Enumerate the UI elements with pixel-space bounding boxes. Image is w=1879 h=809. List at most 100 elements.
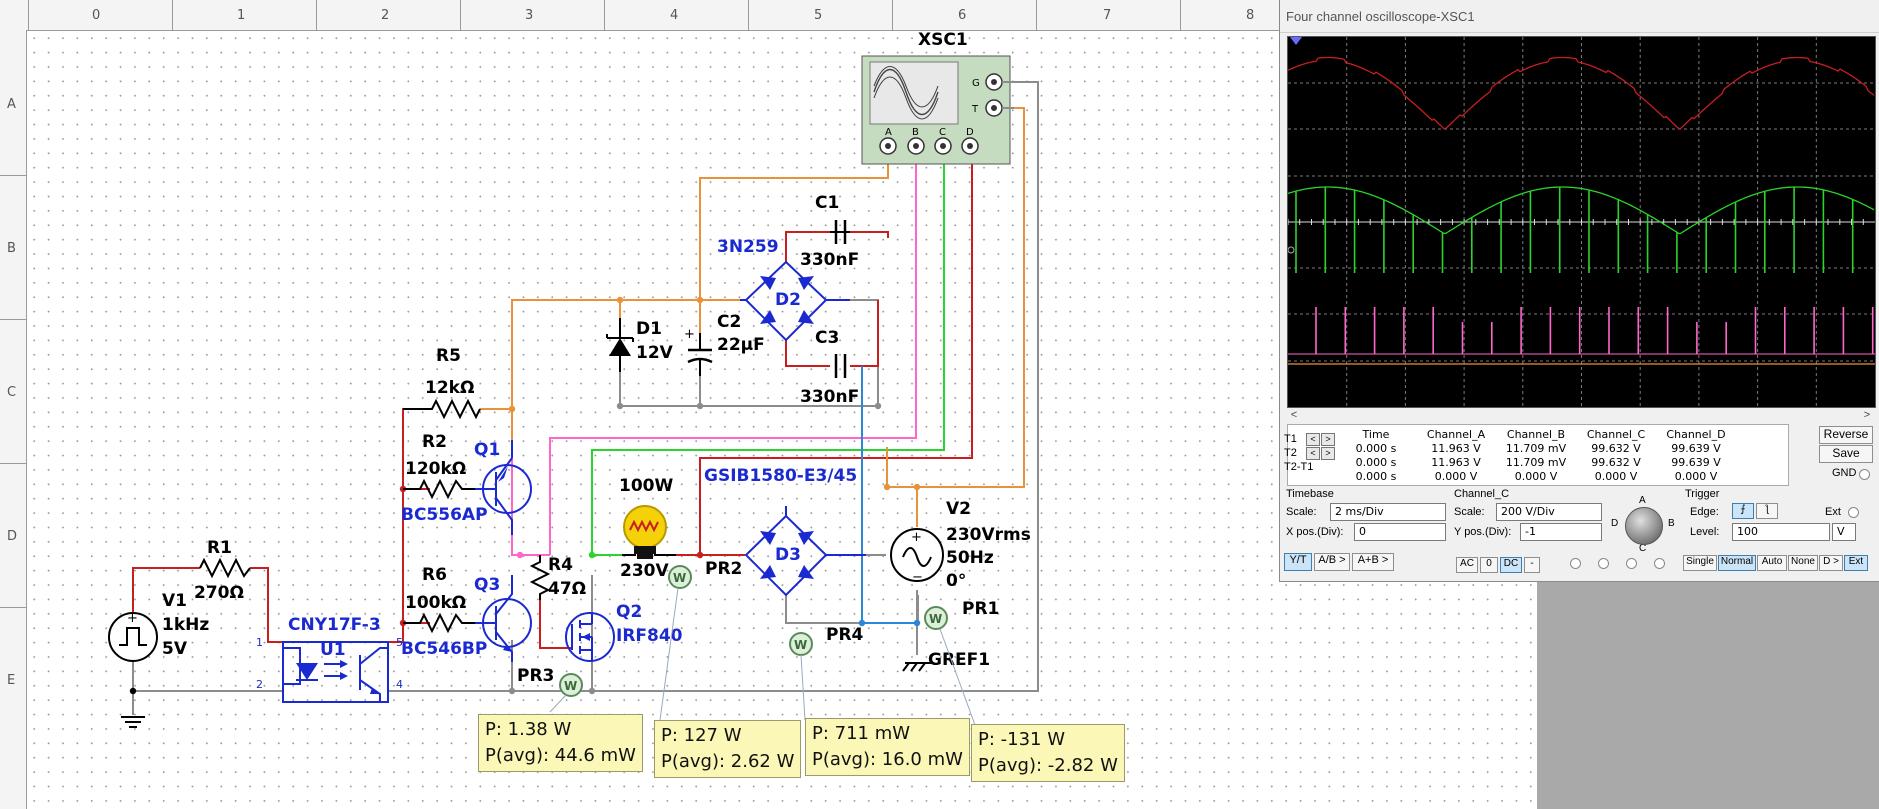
- zener-diode-d1[interactable]: D1 12V: [606, 318, 674, 372]
- v2-freq: 50Hz: [946, 548, 994, 568]
- mode-yt-button[interactable]: Y/T: [1284, 553, 1312, 571]
- channel-radio[interactable]: [1598, 558, 1609, 569]
- edge-rising-icon[interactable]: ⨍: [1732, 503, 1754, 519]
- trigger-ext-button[interactable]: Ext: [1844, 555, 1868, 571]
- gref1-label: GREF1: [928, 650, 990, 670]
- resistor-r6[interactable]: R6 100kΩ: [403, 565, 475, 634]
- trigger-normal-button[interactable]: Normal: [1718, 555, 1756, 571]
- ac-source-v2[interactable]: + − V2 230Vrms 50Hz 0°: [890, 499, 1031, 591]
- wire-r5[interactable]: [480, 299, 700, 440]
- optocoupler-u1[interactable]: CNY17F-3 U1 1 2 4 5: [256, 615, 403, 703]
- cell: 99.639 V: [1671, 456, 1721, 469]
- level-unit-select[interactable]: V: [1832, 523, 1856, 541]
- oscilloscope-screen[interactable]: [1287, 36, 1876, 408]
- trace-channel-c-pulses: [1295, 187, 1854, 273]
- probe-power: P: 711 mW: [812, 723, 911, 744]
- probe-w-icon: W: [673, 571, 686, 585]
- u1-pin2: 2: [256, 678, 263, 691]
- channel-radio[interactable]: [1654, 558, 1665, 569]
- mode-ab-button[interactable]: A/B >: [1314, 553, 1350, 571]
- measurement-row-delta: 0.000 s 0.000 V 0.000 V 0.000 V 0.000 V: [1288, 470, 1788, 483]
- channel-selector-knob[interactable]: [1625, 507, 1663, 545]
- resistor-r1[interactable]: R1 270Ω: [194, 538, 251, 603]
- cursor-t1-marker[interactable]: [1290, 37, 1302, 45]
- trigger-label: Trigger: [1685, 488, 1720, 500]
- pr1-label: PR1: [962, 599, 999, 619]
- wire-orange-rail[interactable]: [512, 160, 889, 333]
- cell: 11.963 V: [1431, 442, 1481, 455]
- r2-name: R2: [422, 432, 447, 452]
- wire-pink[interactable]: [511, 160, 917, 556]
- row-label-t1: T1: [1284, 433, 1297, 445]
- probe-pr4[interactable]: W PR4: [789, 625, 864, 721]
- cell: 99.639 V: [1671, 442, 1721, 455]
- trigger-d-button[interactable]: D >: [1819, 555, 1843, 571]
- t1-right-arrow-icon[interactable]: >: [1321, 433, 1335, 446]
- probe-power-avg: P(avg): 16.0 mW: [812, 749, 963, 770]
- coupling-zero-button[interactable]: 0: [1480, 557, 1498, 573]
- probe-readout-pr3: P: 1.38 W P(avg): 44.6 mW: [478, 714, 643, 772]
- workspace-background: [1537, 580, 1879, 809]
- oscilloscope-window[interactable]: Four channel oscilloscope-XSC1 < > Time …: [1279, 0, 1879, 582]
- pr4-label: PR4: [826, 625, 864, 645]
- scroll-left-icon[interactable]: <: [1287, 408, 1301, 422]
- coupling-minus-button[interactable]: -: [1524, 557, 1540, 573]
- capacitor-c3[interactable]: C3 330nF: [800, 328, 859, 407]
- probe-power: P: 1.38 W: [485, 719, 572, 740]
- wire-v2[interactable]: [886, 107, 1025, 527]
- c1-name: C1: [815, 193, 839, 213]
- t1-left-arrow-icon[interactable]: <: [1306, 433, 1320, 446]
- scope-instrument-xsc1[interactable]: XSC1 A B C D G T: [861, 30, 1039, 447]
- oscilloscope-grid: [1287, 37, 1875, 407]
- channel-radio[interactable]: [1626, 558, 1637, 569]
- ext-radio[interactable]: [1848, 507, 1859, 518]
- oscilloscope-titlebar[interactable]: Four channel oscilloscope-XSC1: [1280, 0, 1879, 33]
- cell: 99.632 V: [1591, 442, 1641, 455]
- wire-blue[interactable]: [861, 366, 918, 624]
- save-button[interactable]: Save: [1819, 445, 1873, 463]
- mosfet-q2[interactable]: Q2 IRF840: [565, 602, 683, 662]
- xpos-field[interactable]: 0: [1354, 523, 1446, 541]
- gnd-radio[interactable]: [1859, 469, 1870, 480]
- col-channel-a: Channel_A: [1426, 428, 1486, 441]
- ypos-field[interactable]: -1: [1520, 523, 1602, 541]
- scroll-right-icon[interactable]: >: [1860, 408, 1874, 422]
- trigger-single-button[interactable]: Single: [1683, 555, 1717, 571]
- edge-falling-icon[interactable]: ƪ: [1756, 503, 1778, 519]
- capacitor-c2[interactable]: + C2 22µF: [684, 312, 765, 376]
- coupling-dc-button[interactable]: DC: [1500, 557, 1522, 573]
- probe-readout-pr4: P: 711 mW P(avg): 16.0 mW: [805, 718, 970, 776]
- resistor-r2[interactable]: R2 120kΩ: [403, 432, 475, 500]
- probe-w-icon: W: [929, 612, 942, 626]
- xsc1-label: XSC1: [918, 30, 968, 50]
- cell: 0.000 s: [1355, 470, 1397, 483]
- channel-radio[interactable]: [1570, 558, 1581, 569]
- mode-a-plus-b-button[interactable]: A+B >: [1352, 553, 1394, 571]
- c2-plus-icon: +: [684, 327, 695, 342]
- probe-power-avg: P(avg): 44.6 mW: [485, 745, 636, 766]
- resistor-r4[interactable]: R4 47Ω: [529, 555, 586, 600]
- channel-scale-field[interactable]: 200 V/Div: [1496, 503, 1602, 521]
- wire-pink-b[interactable]: [549, 437, 580, 555]
- reverse-button[interactable]: Reverse: [1819, 426, 1873, 444]
- horizontal-scrollbar[interactable]: < >: [1287, 408, 1874, 422]
- t2-right-arrow-icon[interactable]: >: [1321, 447, 1335, 460]
- r2-value: 120kΩ: [405, 459, 466, 479]
- edge-label: Edge:: [1690, 506, 1719, 518]
- col-channel-d: Channel_D: [1666, 428, 1726, 441]
- level-label: Level:: [1690, 526, 1720, 538]
- coupling-ac-button[interactable]: AC: [1456, 557, 1478, 573]
- t2-left-arrow-icon[interactable]: <: [1306, 447, 1320, 460]
- trigger-none-button[interactable]: None: [1788, 555, 1818, 571]
- lamp-100w[interactable]: 100W 230V: [619, 476, 676, 581]
- resistor-r5[interactable]: R5 12kΩ: [403, 346, 481, 420]
- source-v1[interactable]: + V1 1kHz 5V: [108, 591, 209, 728]
- probe-power: P: -131 W: [978, 729, 1066, 750]
- measurement-table: Time Channel_A Channel_B Channel_C Chann…: [1287, 424, 1789, 486]
- trigger-auto-button[interactable]: Auto: [1757, 555, 1787, 571]
- schematic-drawing[interactable]: XSC1 A B C D G T C1 330nF 3N259 D2 D1 12…: [0, 0, 1280, 809]
- timebase-scale-field[interactable]: 2 ms/Div: [1330, 503, 1446, 521]
- cell: 0.000 V: [1594, 470, 1638, 483]
- level-field[interactable]: 100: [1732, 523, 1830, 541]
- probe-pr3[interactable]: W PR3: [517, 666, 583, 713]
